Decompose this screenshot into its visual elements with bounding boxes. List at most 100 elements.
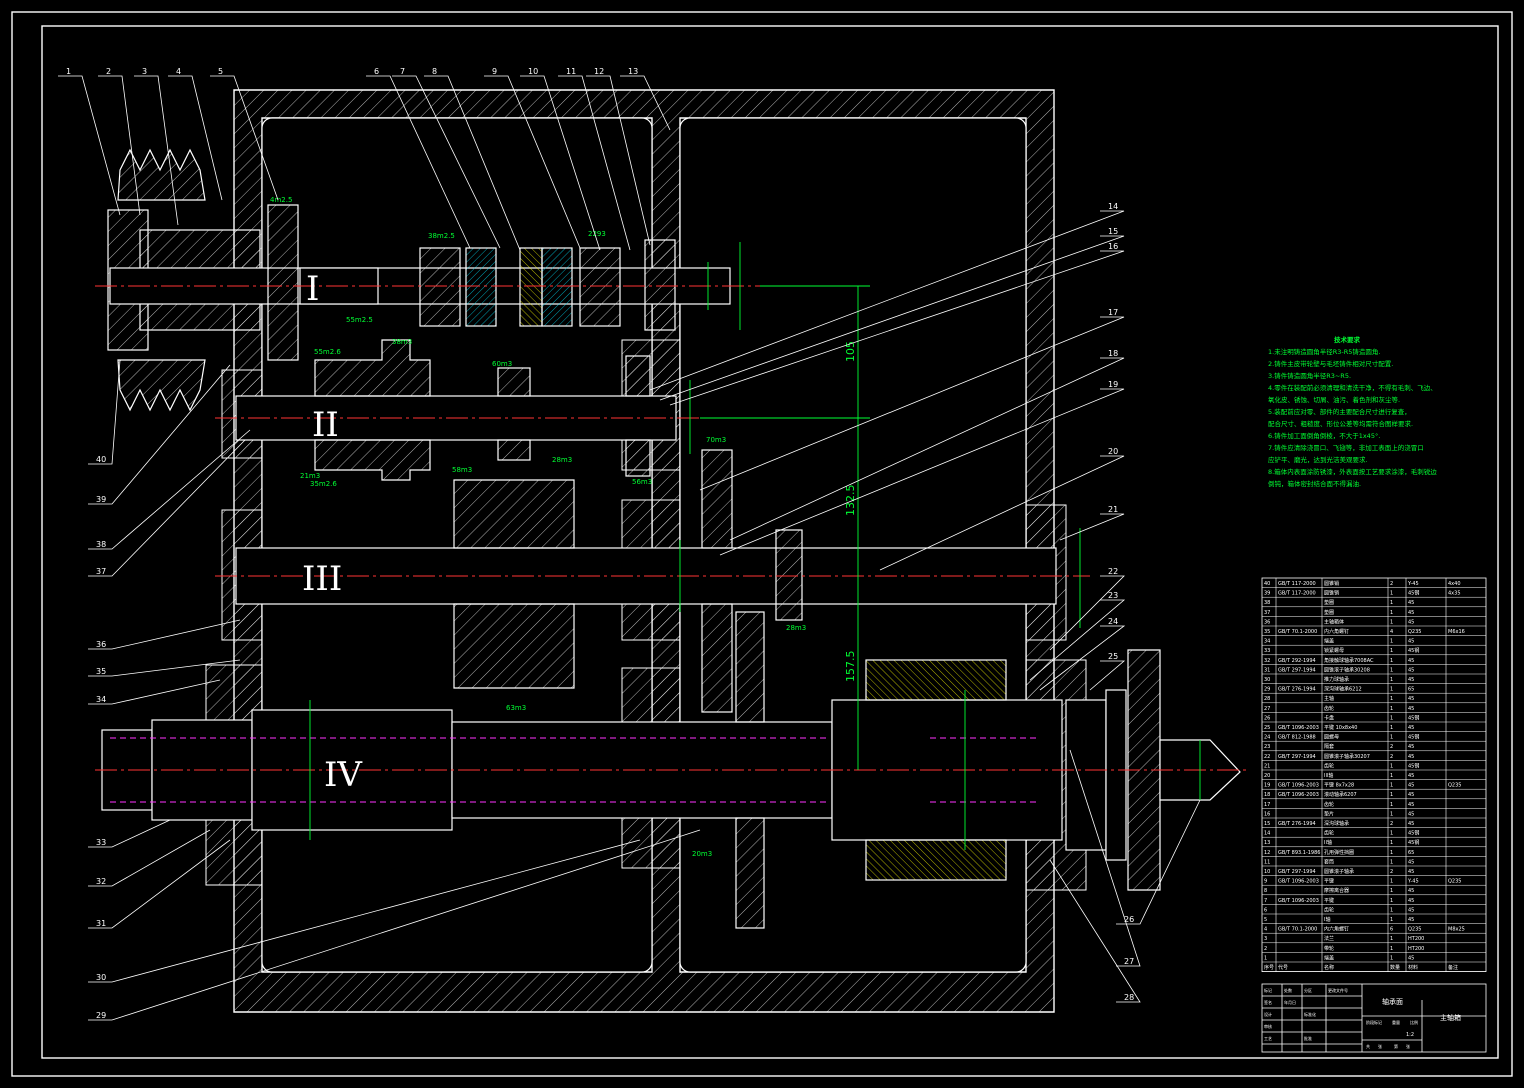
bom-cell: 1	[1390, 955, 1393, 961]
callout-number: 21	[1108, 505, 1118, 514]
bom-cell: 36	[1264, 619, 1270, 625]
bom-cell: 圆锥销	[1324, 580, 1339, 587]
shaft-label-3: III	[302, 559, 342, 599]
bom-cell: 1	[1390, 802, 1393, 808]
title-block-label: 比例	[1410, 1019, 1418, 1025]
bom-cell: 4	[1264, 927, 1267, 933]
bom-cell: 套筒	[1324, 858, 1334, 865]
callout-number: 39	[96, 495, 106, 504]
gear-mark: 38m2.5	[428, 232, 455, 240]
bom-cell: 1	[1390, 936, 1393, 942]
bom-cell: 法兰	[1324, 935, 1334, 942]
bom-cell: 隔套	[1324, 743, 1334, 750]
callout-number: 24	[1108, 617, 1118, 626]
bom-header-cell: 材料	[1408, 964, 1418, 971]
title-block-label: 更改文件号	[1328, 987, 1348, 993]
bom-cell: 齿轮	[1324, 762, 1334, 769]
bom-cell: 6	[1390, 927, 1393, 933]
bom-cell: 4	[1390, 629, 1393, 635]
technical-notes: 技术要求 1.未注明铸造圆角半径R3-R5铸造圆角. 2.铸件主皮带轮壁与毛坯铸件…	[1268, 334, 1446, 490]
bom-cell: 45	[1408, 600, 1414, 606]
title-block-drawing-name: 主轴箱	[1440, 1013, 1461, 1022]
bom-cell: 45	[1408, 619, 1414, 625]
bom-header-cell: 名称	[1324, 964, 1334, 971]
bom-cell: 平键	[1324, 897, 1334, 904]
bom-cell: 38	[1264, 600, 1270, 606]
bom-cell: 齿轮	[1324, 830, 1334, 837]
bom-cell: 深沟球轴承6212	[1324, 686, 1362, 693]
bom-cell: 主轴	[1324, 695, 1334, 702]
title-block-company: 轴承面	[1382, 997, 1403, 1006]
bom-cell: GB/T 117-2000	[1278, 581, 1316, 587]
bom-cell: 1	[1390, 687, 1393, 693]
bom-cell: 3	[1264, 936, 1267, 942]
bom-cell: 1	[1390, 946, 1393, 952]
bom-cell: 45	[1408, 802, 1414, 808]
callout-number: 2	[106, 67, 111, 76]
callout-number: 37	[96, 567, 106, 576]
bom-cell: 45	[1408, 754, 1414, 760]
callout-number: 3	[142, 67, 147, 76]
notes-title: 技术要求	[1334, 336, 1360, 344]
bom-cell: 1	[1390, 831, 1393, 837]
bom-cell: 15	[1264, 821, 1270, 827]
bom-cell: 65	[1408, 850, 1414, 856]
bom-cell: 1	[1390, 773, 1393, 779]
note-line: 3.铸件铸造圆角半径R3~R5.	[1268, 372, 1352, 380]
bom-cell: 33	[1264, 648, 1270, 654]
bom-cell: GB/T 70.1-2000	[1278, 629, 1317, 635]
callout-number: 28	[1124, 993, 1134, 1002]
bom-cell: 1	[1390, 715, 1393, 721]
gear-mark: 20m3	[692, 850, 712, 858]
bom-cell: 45	[1408, 888, 1414, 894]
gear-mark: 70m3	[706, 436, 726, 444]
bom-cell: 2	[1390, 744, 1393, 750]
bom-cell: 23	[1264, 744, 1270, 750]
callout-number: 35	[96, 667, 106, 676]
bom-cell: GB/T 70.1-2000	[1278, 927, 1317, 933]
callout-number: 18	[1108, 349, 1118, 358]
bom-cell: 1	[1390, 696, 1393, 702]
bom-cell: 45	[1408, 677, 1414, 683]
note-line: 氧化皮、锈蚀、切屑、油污、着色剂和灰尘等.	[1268, 396, 1401, 404]
callout-leader	[88, 359, 121, 465]
bom-cell: 45	[1408, 639, 1414, 645]
bom-cell: 1	[1390, 763, 1393, 769]
bom-cell: M6x16	[1448, 629, 1465, 635]
bom-cell: 45	[1408, 792, 1414, 798]
bom-cell: 垫圈	[1324, 609, 1334, 616]
callout-number: 33	[96, 838, 106, 847]
bom-cell: 平键 8x7x28	[1324, 782, 1354, 789]
bom-cell: 1	[1390, 677, 1393, 683]
bom-cell: 9	[1264, 879, 1267, 885]
bom-cell: Y-45	[1407, 581, 1419, 587]
bom-cell: 1	[1390, 907, 1393, 913]
bom-cell: 齿轮	[1324, 705, 1334, 712]
bom-cell: 圆锥滚子轴承30207	[1324, 753, 1370, 760]
bom-cell: 1	[1264, 955, 1267, 961]
title-block-label: 工艺	[1264, 1036, 1272, 1041]
bom-cell: 圆锥滚子轴承	[1324, 868, 1354, 875]
bom-cell: 4x40	[1448, 581, 1461, 587]
bom-cell: 22	[1264, 754, 1270, 760]
note-line: 4.零件在装配前必须清理和清洗干净，不得有毛刺、飞边、	[1268, 384, 1437, 392]
bom-cell: 30	[1264, 677, 1270, 683]
bom-cell: M8x25	[1448, 927, 1465, 933]
bom-cell: 1	[1390, 667, 1393, 673]
note-line: 倒钝，箱体密封结合面不得漏油.	[1268, 480, 1362, 488]
bom-cell: GB/T 1096-2003	[1278, 879, 1319, 885]
title-block-label: 共	[1366, 1043, 1370, 1049]
gear-mark: 56m3	[632, 478, 652, 486]
bom-cell: 垫片	[1324, 810, 1334, 817]
bom-cell: 45	[1408, 706, 1414, 712]
bom-cell: 1	[1390, 619, 1393, 625]
title-block-label: 处数	[1284, 987, 1292, 993]
bom-cell: 37	[1264, 610, 1270, 616]
bom-cell: 内六角螺钉	[1324, 926, 1349, 933]
bom-cell: 45钢	[1408, 762, 1419, 769]
bom-cell: 1	[1390, 811, 1393, 817]
bom-cell: 18	[1264, 792, 1270, 798]
bom-cell: 19	[1264, 783, 1270, 789]
title-block-label: 年月日	[1284, 999, 1296, 1005]
gear-mark: 28m3	[786, 624, 806, 632]
